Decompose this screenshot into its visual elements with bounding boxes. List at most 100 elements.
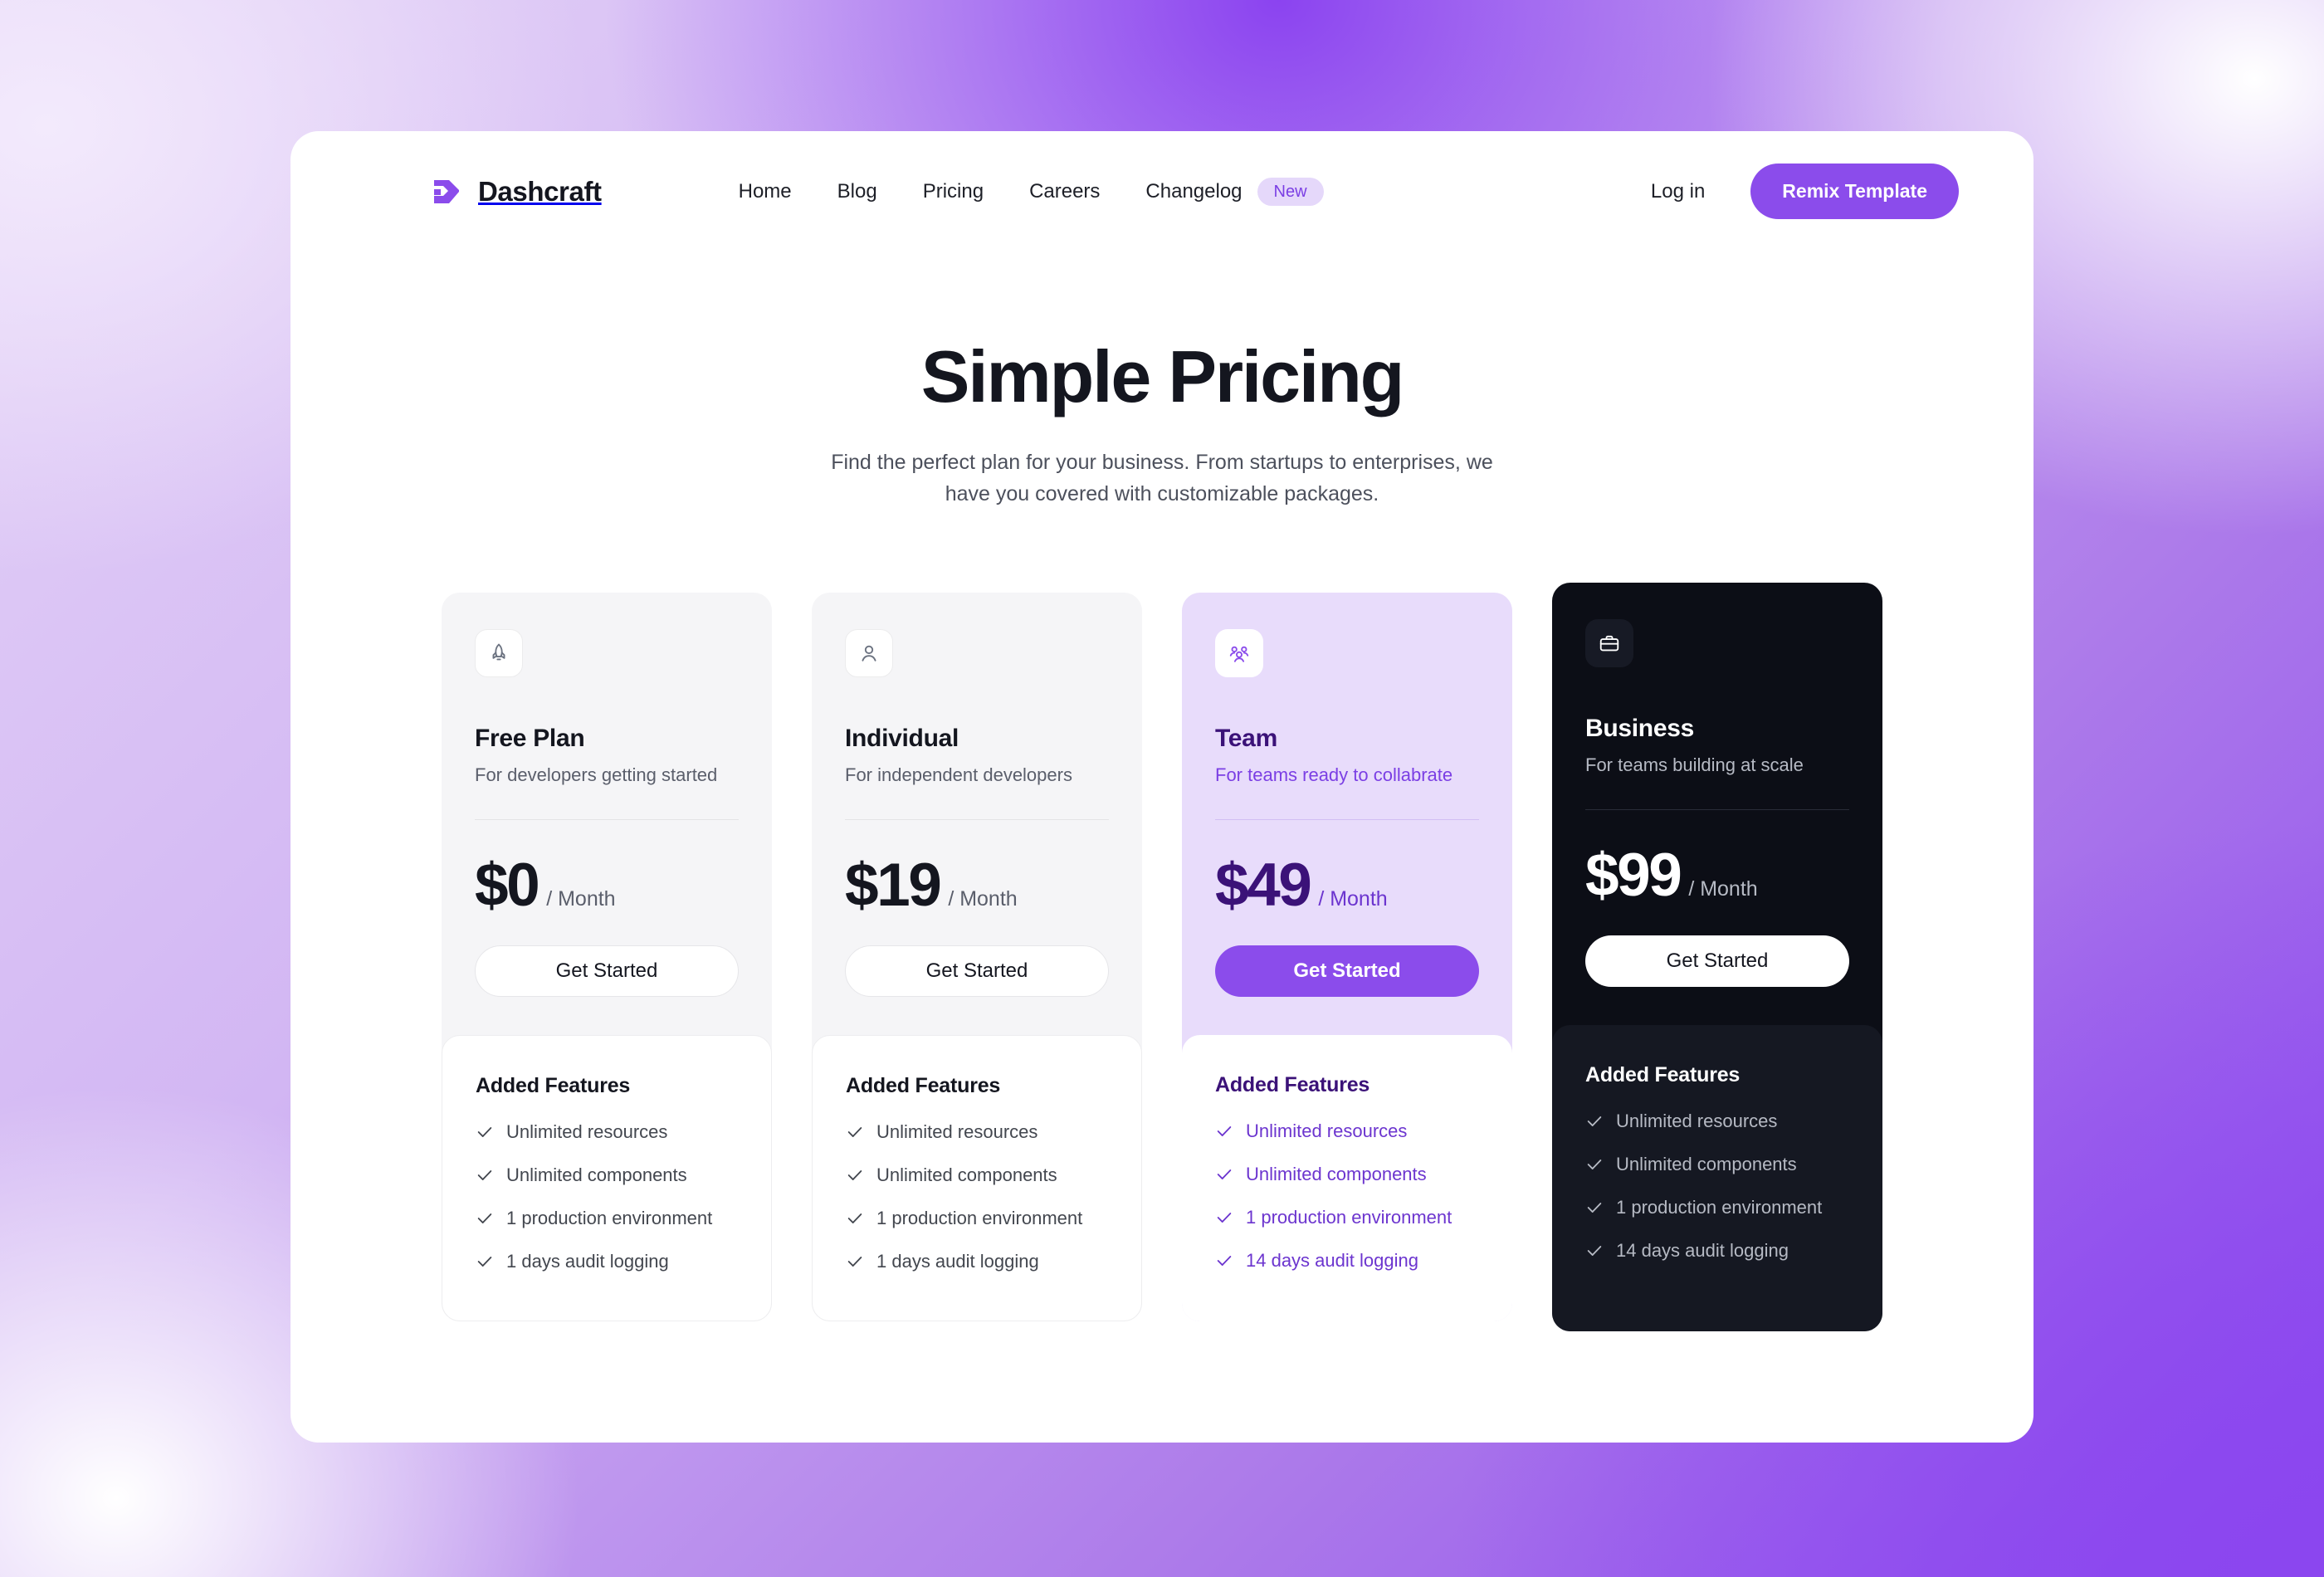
nav-link-home[interactable]: Home bbox=[739, 180, 792, 203]
feature-label: Unlimited resources bbox=[506, 1121, 668, 1143]
feature-label: Unlimited resources bbox=[1246, 1120, 1408, 1142]
check-icon bbox=[847, 1257, 862, 1267]
feature-label: Unlimited resources bbox=[876, 1121, 1038, 1143]
check-icon bbox=[1587, 1160, 1602, 1170]
check-icon bbox=[477, 1127, 492, 1138]
get-started-button[interactable]: Get Started bbox=[1215, 945, 1479, 998]
plan-price: $19 bbox=[845, 852, 942, 920]
check-icon bbox=[1217, 1213, 1232, 1223]
features-heading: Added Features bbox=[1585, 1063, 1741, 1087]
plan-price-row: $49 / Month bbox=[1215, 855, 1479, 915]
plan-card-individual: Individual For independent developers $1… bbox=[812, 593, 1142, 1322]
feature-item: Unlimited resources bbox=[1585, 1111, 1849, 1132]
rocket-icon bbox=[492, 643, 505, 661]
nav-link-blog[interactable]: Blog bbox=[837, 180, 877, 203]
page-title: Simple Pricing bbox=[920, 335, 1405, 417]
new-badge: New bbox=[1257, 177, 1324, 206]
feature-label: Unlimited components bbox=[1246, 1164, 1427, 1185]
plan-price: $0 bbox=[475, 852, 540, 920]
feature-label: Unlimited resources bbox=[1616, 1111, 1778, 1132]
login-link[interactable]: Log in bbox=[1651, 180, 1705, 203]
feature-label: 1 days audit logging bbox=[506, 1251, 669, 1272]
check-icon bbox=[1217, 1169, 1232, 1180]
hero-section: Simple Pricing Find the perfect plan for… bbox=[290, 251, 2034, 510]
plan-name: Free Plan bbox=[475, 725, 585, 753]
features-heading: Added Features bbox=[1215, 1073, 1370, 1097]
feature-label: Unlimited components bbox=[876, 1164, 1057, 1186]
dashcraft-logo-icon bbox=[434, 179, 459, 203]
features-list: Unlimited resources Unlimited components… bbox=[1215, 1120, 1479, 1272]
plan-name: Individual bbox=[845, 725, 959, 753]
nav-actions: Log in Remix Template bbox=[1651, 164, 1959, 219]
plan-card-free: Free Plan For developers getting started… bbox=[442, 593, 772, 1322]
divider bbox=[845, 819, 1109, 821]
feature-item: Unlimited resources bbox=[846, 1121, 1108, 1143]
check-icon bbox=[847, 1213, 862, 1224]
get-started-button[interactable]: Get Started bbox=[845, 945, 1109, 998]
plan-icon-box bbox=[1585, 619, 1633, 668]
brand-logo[interactable]: Dashcraft bbox=[427, 173, 602, 210]
plan-description: For teams building at scale bbox=[1585, 754, 1804, 776]
feature-item: Unlimited components bbox=[1585, 1154, 1849, 1175]
feature-item: 14 days audit logging bbox=[1585, 1240, 1849, 1262]
plan-price-row: $19 / Month bbox=[845, 855, 1109, 915]
briefcase-icon bbox=[1599, 636, 1619, 652]
feature-label: 1 production environment bbox=[1616, 1197, 1823, 1218]
feature-item: Unlimited components bbox=[846, 1164, 1108, 1186]
features-panel: Added Features Unlimited resources Unlim… bbox=[442, 1035, 772, 1322]
plan-name: Team bbox=[1215, 725, 1277, 753]
check-icon bbox=[1217, 1126, 1232, 1137]
users-group-icon bbox=[1229, 647, 1249, 663]
user-icon bbox=[862, 646, 876, 662]
feature-item: 1 days audit logging bbox=[476, 1251, 738, 1272]
nav-links: Home Blog Pricing Careers Changelog New bbox=[739, 177, 1324, 206]
feature-item: 14 days audit logging bbox=[1215, 1250, 1479, 1272]
feature-item: Unlimited components bbox=[1215, 1164, 1479, 1185]
nav-item-changelog[interactable]: Changelog New bbox=[1145, 177, 1324, 206]
pricing-grid: Free Plan For developers getting started… bbox=[290, 583, 2034, 1332]
features-panel: Added Features Unlimited resources Unlim… bbox=[1182, 1035, 1512, 1322]
get-started-button[interactable]: Get Started bbox=[475, 945, 739, 998]
feature-item: Unlimited resources bbox=[476, 1121, 738, 1143]
brand-name: Dashcraft bbox=[478, 175, 602, 207]
plan-description: For independent developers bbox=[845, 764, 1072, 786]
feature-item: 1 production environment bbox=[846, 1208, 1108, 1229]
check-icon bbox=[1217, 1256, 1232, 1267]
features-list: Unlimited resources Unlimited components… bbox=[1585, 1111, 1849, 1262]
plan-price: $49 bbox=[1215, 852, 1312, 920]
plan-period: / Month bbox=[948, 887, 1018, 911]
plan-price: $99 bbox=[1585, 842, 1682, 910]
check-icon bbox=[477, 1170, 492, 1181]
features-heading: Added Features bbox=[846, 1074, 1001, 1098]
feature-item: Unlimited components bbox=[476, 1164, 738, 1186]
check-icon bbox=[847, 1170, 862, 1181]
feature-label: 1 days audit logging bbox=[876, 1251, 1039, 1272]
check-icon bbox=[1587, 1116, 1602, 1127]
check-icon bbox=[1587, 1203, 1602, 1213]
divider bbox=[475, 819, 739, 821]
features-heading: Added Features bbox=[476, 1074, 631, 1098]
check-icon bbox=[477, 1257, 492, 1267]
plan-price-row: $99 / Month bbox=[1585, 845, 1849, 906]
feature-item: 1 days audit logging bbox=[846, 1251, 1108, 1272]
nav-link-careers[interactable]: Careers bbox=[1029, 180, 1100, 203]
feature-label: 1 production environment bbox=[876, 1208, 1083, 1229]
check-icon bbox=[477, 1213, 492, 1224]
feature-item: 1 production environment bbox=[1585, 1197, 1849, 1218]
nav-link-changelog[interactable]: Changelog bbox=[1145, 180, 1242, 203]
feature-label: 1 production environment bbox=[506, 1208, 713, 1229]
plan-icon-box bbox=[475, 629, 523, 678]
get-started-button[interactable]: Get Started bbox=[1585, 935, 1849, 988]
feature-label: 1 production environment bbox=[1246, 1207, 1452, 1228]
feature-label: Unlimited components bbox=[506, 1164, 687, 1186]
feature-item: 1 production environment bbox=[476, 1208, 738, 1229]
remix-template-button[interactable]: Remix Template bbox=[1750, 164, 1959, 219]
nav-link-pricing[interactable]: Pricing bbox=[923, 180, 984, 203]
divider bbox=[1585, 809, 1849, 811]
plan-card-business: Business For teams building at scale $99… bbox=[1552, 583, 1882, 1332]
features-list: Unlimited resources Unlimited components… bbox=[846, 1121, 1108, 1272]
plan-description: For developers getting started bbox=[475, 764, 718, 786]
feature-label: Unlimited components bbox=[1616, 1154, 1797, 1175]
plan-icon-box bbox=[1215, 629, 1263, 678]
divider bbox=[1215, 819, 1479, 821]
